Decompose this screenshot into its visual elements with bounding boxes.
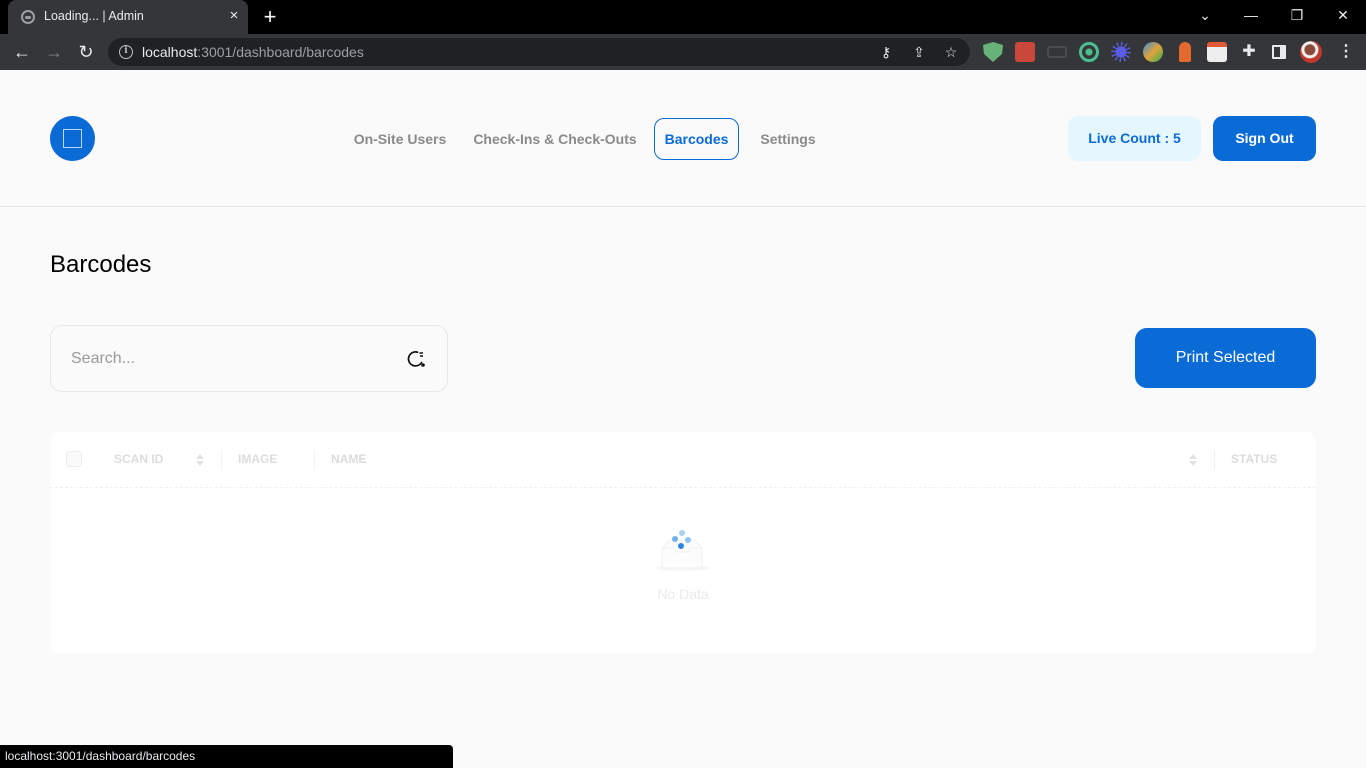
- nav-check-ins-check-outs[interactable]: Check-Ins & Check-Outs: [469, 118, 641, 160]
- barcodes-table: SCAN ID IMAGE NAME STATUS No Data: [50, 432, 1316, 654]
- globe-extension-icon[interactable]: [1143, 42, 1163, 62]
- profile-avatar[interactable]: [1300, 41, 1322, 63]
- extensions-puzzle-icon[interactable]: ✚: [1239, 42, 1259, 62]
- close-window-button[interactable]: ✕: [1328, 4, 1358, 26]
- nav-barcodes[interactable]: Barcodes: [654, 118, 739, 160]
- url-host: localhost: [142, 44, 198, 60]
- table-header: SCAN ID IMAGE NAME STATUS: [50, 432, 1316, 488]
- app-header: On-Site Users Check-Ins & Check-Outs Bar…: [0, 70, 1366, 207]
- address-bar[interactable]: i localhost:3001/dashboard/barcodes ⚷ ⇪ …: [108, 38, 970, 66]
- url-text[interactable]: localhost:3001/dashboard/barcodes: [142, 44, 364, 60]
- target-extension-icon[interactable]: [1079, 42, 1099, 62]
- column-name[interactable]: NAME: [331, 452, 366, 466]
- sign-out-button[interactable]: Sign Out: [1213, 116, 1316, 161]
- sort-name-icon[interactable]: [1188, 452, 1198, 468]
- browser-titlebar: Loading... | Admin × + ⌄ — ❐ ✕: [0, 0, 1366, 34]
- loading-favicon-icon: [21, 10, 35, 24]
- browser-toolbar: ← → ↻ i localhost:3001/dashboard/barcode…: [0, 34, 1366, 70]
- red-extension-icon[interactable]: [1015, 42, 1035, 62]
- adguard-extension-icon[interactable]: [983, 42, 1003, 62]
- column-image: IMAGE: [238, 452, 278, 466]
- bookmark-star-icon[interactable]: ☆: [941, 42, 961, 62]
- tab-search-icon[interactable]: ⌄: [1190, 4, 1220, 26]
- column-divider: [1214, 450, 1215, 470]
- column-scan-id[interactable]: SCAN ID: [114, 452, 163, 466]
- empty-state: No Data: [50, 528, 1316, 608]
- search-refresh-icon[interactable]: [407, 349, 427, 369]
- search-box: [50, 325, 448, 392]
- tab-title: Loading... | Admin: [44, 9, 144, 23]
- sun-extension-icon[interactable]: [1111, 42, 1131, 62]
- column-status: STATUS: [1231, 452, 1278, 466]
- gray-extension-icon[interactable]: [1047, 46, 1067, 58]
- page-title: Barcodes: [50, 251, 152, 278]
- lighthouse-extension-icon[interactable]: [1179, 42, 1191, 62]
- password-key-icon[interactable]: ⚷: [876, 42, 896, 62]
- site-info-icon[interactable]: i: [119, 45, 133, 59]
- link-status-bubble: localhost:3001/dashboard/barcodes: [0, 745, 453, 768]
- reload-button[interactable]: ↻: [73, 39, 99, 65]
- notes-extension-icon[interactable]: [1207, 42, 1227, 62]
- back-button[interactable]: ←: [9, 39, 35, 65]
- live-count-badge: Live Count : 5: [1068, 116, 1201, 161]
- restore-button[interactable]: ❐: [1282, 4, 1312, 26]
- share-icon[interactable]: ⇪: [909, 42, 929, 62]
- side-panel-icon[interactable]: [1272, 45, 1286, 59]
- empty-inbox-icon: [654, 530, 710, 571]
- minimize-button[interactable]: —: [1236, 4, 1266, 26]
- sort-scan-id-icon[interactable]: [195, 452, 205, 468]
- url-path: :3001/dashboard/barcodes: [197, 44, 364, 60]
- browser-tab[interactable]: Loading... | Admin ×: [8, 0, 248, 34]
- print-selected-button[interactable]: Print Selected: [1135, 328, 1316, 388]
- page: On-Site Users Check-Ins & Check-Outs Bar…: [0, 70, 1366, 768]
- column-divider: [314, 450, 315, 470]
- new-tab-button[interactable]: +: [258, 5, 282, 29]
- nav-on-site-users[interactable]: On-Site Users: [350, 118, 450, 160]
- browser-menu-icon[interactable]: ⋮: [1336, 42, 1356, 62]
- empty-text: No Data: [657, 586, 709, 602]
- search-input[interactable]: [71, 344, 391, 374]
- select-all-checkbox[interactable]: [66, 451, 82, 467]
- forward-button[interactable]: →: [41, 39, 67, 65]
- column-divider: [221, 450, 222, 470]
- nav-settings[interactable]: Settings: [752, 118, 824, 160]
- tab-close-icon[interactable]: ×: [225, 7, 243, 25]
